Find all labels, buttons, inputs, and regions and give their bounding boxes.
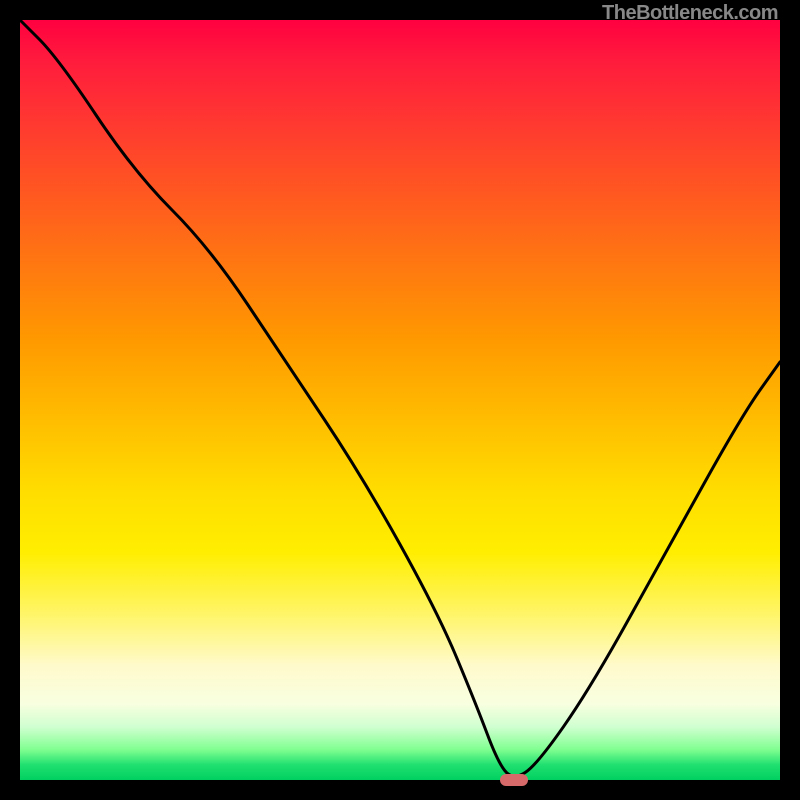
optimal-marker [500,774,528,786]
watermark-text: TheBottleneck.com [602,2,778,25]
plot-area [20,20,780,780]
bottleneck-curve [20,20,780,780]
chart-container: TheBottleneck.com [0,0,800,800]
